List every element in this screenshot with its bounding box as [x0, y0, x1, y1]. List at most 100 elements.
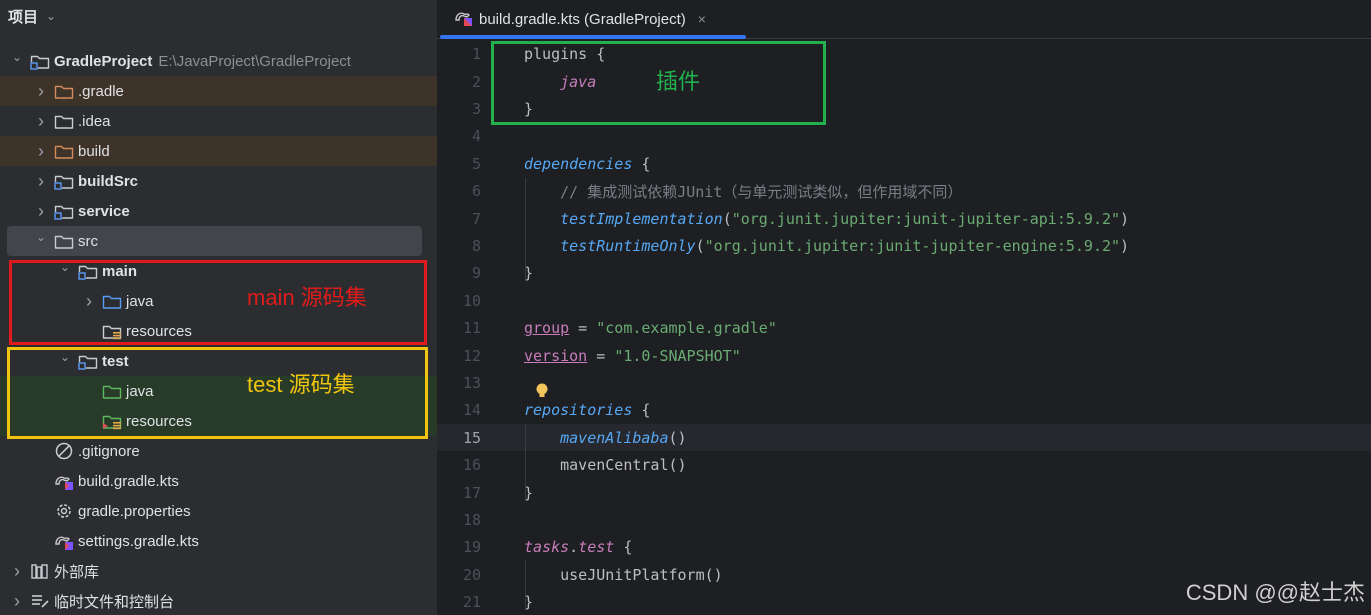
code-token: "org.junit.jupiter:junit-jupiter-engine:…: [704, 236, 1121, 255]
tree-item-scratches-consoles[interactable]: › 临时文件和控制台: [0, 586, 437, 615]
code-token: .: [569, 538, 579, 557]
code-token: ): [1120, 236, 1130, 255]
line-number: 20: [462, 565, 481, 584]
code-token: "org.junit.jupiter:junit-jupiter-api:5.9…: [731, 209, 1121, 228]
code-line[interactable]: 19 tasks.test {: [437, 534, 1371, 561]
tree-item-external-libraries[interactable]: › 外部库: [0, 556, 437, 586]
tree-item-file-gradle-properties[interactable]: gradle.properties: [0, 496, 437, 526]
gradle-kts-icon: [453, 8, 473, 30]
line-number: 16: [462, 456, 481, 475]
active-tab-indicator: [440, 35, 746, 39]
tree-item-label: .idea: [78, 112, 111, 130]
code-token: {: [614, 538, 633, 557]
code-line[interactable]: 7 testImplementation("org.junit.jupiter:…: [437, 205, 1371, 232]
code-token: dependencies: [524, 154, 633, 173]
tree-item-folder-gradle[interactable]: › .gradle: [0, 76, 437, 106]
module-folder-icon: [54, 202, 74, 220]
code-line[interactable]: 8 testRuntimeOnly("org.junit.jupiter:jun…: [437, 232, 1371, 259]
code-line[interactable]: 9}: [437, 260, 1371, 287]
code-line[interactable]: 15 mavenAlibaba(): [437, 424, 1371, 452]
tree-item-label: src: [78, 232, 98, 250]
tree-item-file-settings-gradle-kts[interactable]: settings.gradle.kts: [0, 526, 437, 556]
line-number: 3: [471, 99, 481, 118]
chevron-down-icon[interactable]: ⌄: [10, 50, 24, 64]
line-number: 17: [462, 483, 481, 502]
tree-item-label: settings.gradle.kts: [78, 532, 199, 550]
chevron-right-icon[interactable]: ›: [10, 561, 24, 582]
code-text: // 集成测试依赖JUnit（与单元测试类似，但作用域不同）: [524, 181, 962, 202]
code-line[interactable]: 13: [437, 369, 1371, 396]
main-annotation-label: main 源码集: [247, 285, 367, 310]
code-line[interactable]: 11 group = "com.example.gradle": [437, 315, 1371, 342]
chevron-right-icon[interactable]: ›: [10, 591, 24, 612]
code-line[interactable]: 17}: [437, 479, 1371, 506]
project-panel-header[interactable]: 项目 ⌄: [0, 0, 437, 32]
code-text: dependencies {: [524, 155, 650, 173]
line-number: 21: [462, 593, 481, 612]
code-text: version = "1.0-SNAPSHOT": [524, 347, 741, 365]
code-token: tasks: [524, 538, 570, 557]
tree-item-label: .gradle: [78, 82, 124, 100]
line-number: 2: [471, 72, 481, 91]
code-line[interactable]: 12 version = "1.0-SNAPSHOT": [437, 342, 1371, 369]
code-line[interactable]: 4: [437, 123, 1371, 150]
code-line[interactable]: 5 dependencies {: [437, 150, 1371, 177]
editor[interactable]: build.gradle.kts (GradleProject) × 1 plug…: [437, 0, 1371, 615]
code-token: =: [569, 319, 597, 338]
code-token: useJUnitPlatform(): [524, 565, 723, 584]
chevron-right-icon[interactable]: ›: [34, 141, 48, 162]
tree-item-folder-idea[interactable]: › .idea: [0, 106, 437, 136]
code-line[interactable]: 6 // 集成测试依赖JUnit（与单元测试类似，但作用域不同）: [437, 178, 1371, 205]
code-line[interactable]: 14 repositories {: [437, 397, 1371, 424]
code-token: mavenCentral(): [524, 456, 687, 475]
code-line[interactable]: 16 mavenCentral(): [437, 452, 1371, 479]
chevron-right-icon[interactable]: ›: [34, 201, 48, 222]
tree-item-file-build-gradle-kts[interactable]: build.gradle.kts: [0, 466, 437, 496]
code-token: "1.0-SNAPSHOT": [614, 346, 741, 365]
line-number: 6: [471, 182, 481, 201]
code-line[interactable]: 18: [437, 506, 1371, 533]
code-token: testImplementation: [560, 209, 723, 228]
folder-icon: [54, 232, 74, 250]
tree-item-project-root[interactable]: ⌄ GradleProject E:\JavaProject\GradleProje…: [0, 46, 437, 76]
tree-item-folder-build[interactable]: › build: [0, 136, 437, 166]
tree-item-module-service[interactable]: › service: [0, 196, 437, 226]
code-line[interactable]: 10: [437, 287, 1371, 314]
tree-item-folder-src[interactable]: ⌄ src: [7, 226, 422, 256]
module-folder-icon: [30, 52, 50, 70]
folder-icon: [54, 112, 74, 130]
line-number: 18: [462, 510, 481, 529]
code-token: group: [524, 319, 570, 338]
code-token: ): [1120, 209, 1130, 228]
chevron-down-icon[interactable]: ⌄: [34, 230, 48, 244]
line-number: 12: [462, 346, 481, 365]
line-number: 1: [471, 45, 481, 64]
tree-item-label: .gitignore: [78, 442, 140, 460]
line-number: 5: [471, 154, 481, 173]
close-icon[interactable]: ×: [698, 11, 706, 27]
code-text: mavenAlibaba(): [524, 429, 686, 447]
indent-guide: [525, 177, 526, 282]
excluded-folder-icon: [54, 142, 74, 160]
tree-item-module-buildsrc[interactable]: › buildSrc: [0, 166, 437, 196]
lightbulb-icon[interactable]: [535, 383, 549, 399]
line-number: 11: [462, 319, 481, 338]
code-token: (: [695, 236, 705, 255]
tab-build-gradle-kts[interactable]: build.gradle.kts (GradleProject) ×: [445, 0, 714, 38]
tree-item-file-gitignore[interactable]: .gitignore: [0, 436, 437, 466]
line-number: 10: [462, 291, 481, 310]
ignored-file-icon: [54, 442, 74, 460]
tree-item-label: buildSrc: [78, 172, 139, 190]
indent-guide: [525, 424, 526, 501]
chevron-right-icon[interactable]: ›: [34, 81, 48, 102]
chevron-right-icon[interactable]: ›: [34, 111, 48, 132]
chevron-down-icon[interactable]: ⌄: [46, 9, 56, 23]
test-annotation-label: test 源码集: [247, 372, 355, 397]
code-text: testImplementation("org.junit.jupiter:ju…: [524, 210, 1129, 228]
chevron-right-icon[interactable]: ›: [34, 171, 48, 192]
code-text: tasks.test {: [524, 538, 632, 556]
code-text: repositories {: [524, 401, 650, 419]
code-text: mavenCentral(): [524, 456, 687, 475]
line-number: 8: [471, 236, 481, 255]
